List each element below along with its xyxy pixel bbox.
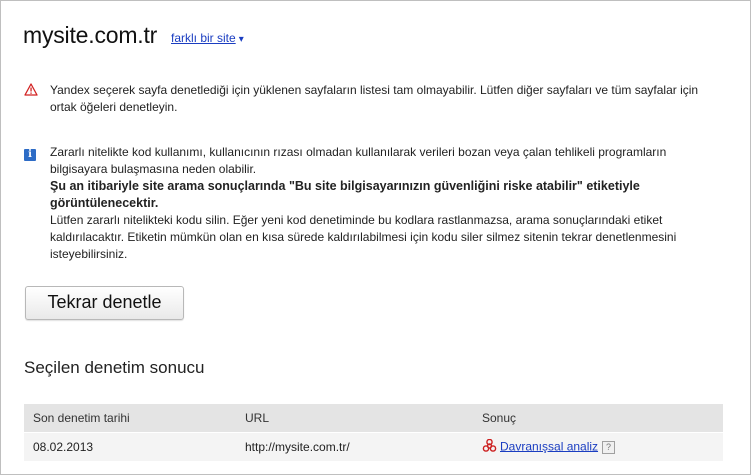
chevron-down-icon[interactable]: ▾ — [239, 34, 244, 45]
site-name: mysite.com.tr — [23, 22, 158, 48]
results-section-title: Seçilen denetim sonucu — [24, 358, 205, 377]
recheck-button[interactable]: Tekrar denetle — [25, 286, 184, 320]
info-warning-bold: Şu an itibariyle site arama sonuçlarında… — [50, 179, 640, 210]
cell-url: http://mysite.com.tr/ — [236, 432, 473, 461]
info-glyph: i — [24, 149, 36, 161]
switch-site-dropdown[interactable]: farklı bir site ▾ — [171, 31, 244, 45]
column-header-url: URL — [236, 404, 473, 433]
info-instructions: Lütfen zararlı nitelikteki kodu silin. E… — [50, 213, 677, 261]
results-table: Son denetim tarihi URL Sonuç 08.02.2013 … — [24, 404, 723, 461]
info-icon: i — [24, 145, 38, 161]
column-header-result: Sonuç — [473, 404, 723, 433]
cell-result: Davranışsal analiz? — [473, 432, 723, 461]
table-header-row: Son denetim tarihi URL Sonuç — [24, 404, 723, 433]
column-header-date: Son denetim tarihi — [24, 404, 236, 433]
biohazard-icon — [482, 438, 497, 456]
info-description: Zararlı nitelikte kod kullanımı, kullanı… — [50, 145, 667, 176]
result-link[interactable]: Davranışsal analiz — [500, 439, 598, 453]
info-message: i Zararlı nitelikte kod kullanımı, kulla… — [24, 144, 724, 263]
warning-text: Yandex seçerek sayfa denetlediği için yü… — [50, 83, 699, 114]
help-icon[interactable]: ? — [602, 440, 616, 454]
switch-site-label[interactable]: farklı bir site — [171, 31, 236, 45]
warning-message: Yandex seçerek sayfa denetlediği için yü… — [24, 82, 724, 116]
table-row: 08.02.2013 http://mysite.com.tr/ Davranı… — [24, 432, 723, 461]
cell-date: 08.02.2013 — [24, 432, 236, 461]
warning-triangle-icon — [24, 83, 38, 97]
